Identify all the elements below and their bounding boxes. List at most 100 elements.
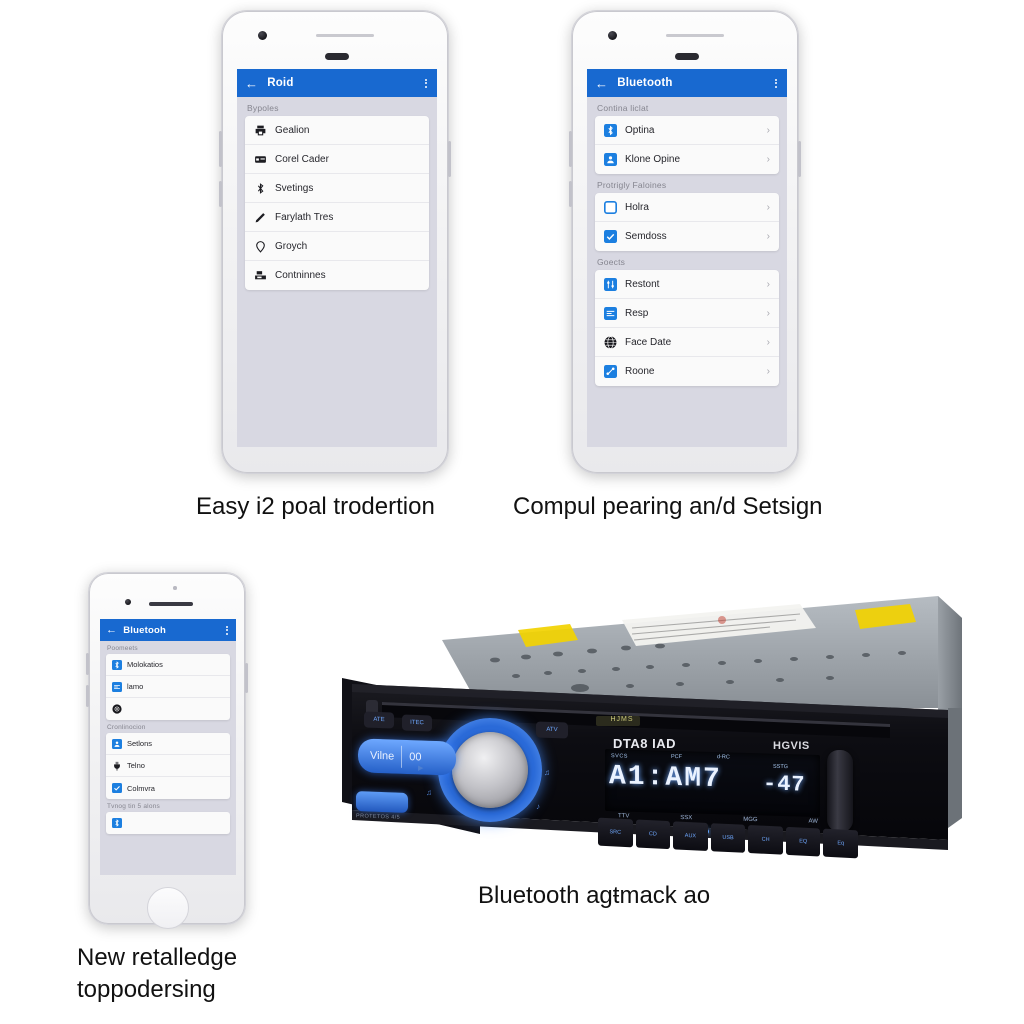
- section-header: Protrigly Faloines: [597, 180, 667, 190]
- phone-side-button: [86, 685, 89, 707]
- list-item-label: Svetings: [275, 182, 314, 194]
- list-item-label: Gealion: [275, 124, 310, 136]
- section-header: Contina liclat: [597, 103, 649, 113]
- list-item[interactable]: Corel Cader: [245, 145, 429, 174]
- list-item-label: Optina: [625, 124, 655, 136]
- list-item[interactable]: Roone ›: [595, 357, 779, 386]
- back-arrow-icon[interactable]: ←: [106, 624, 117, 636]
- list-item-label: Telno: [127, 761, 145, 770]
- list-item-label: lamo: [127, 682, 144, 691]
- caption-line-2: toppodersing: [77, 975, 216, 1003]
- globe-dark-icon: [112, 704, 122, 714]
- back-arrow-icon[interactable]: ←: [245, 77, 258, 90]
- list-item-label: Roone: [625, 366, 655, 377]
- phone-android-right: ← Bluetooth Contina liclat Optina › Klon…: [569, 10, 801, 474]
- speaker-grille: [316, 34, 374, 37]
- phone-side-button: [219, 131, 222, 167]
- phone-android-left: ← Roid Bypoles Gealion Corel Cader Sveti…: [219, 10, 451, 474]
- list-item[interactable]: Telno: [106, 755, 230, 777]
- stereo-body: [342, 596, 962, 850]
- phone-side-button: [569, 181, 572, 207]
- phone-iphone-bottom: ← Bluetooh Poomeets Molokatios lamo Cron…: [86, 572, 248, 929]
- chevron-right-icon: ›: [766, 154, 770, 165]
- phone-screen: ← Bluetooh Poomeets Molokatios lamo Cron…: [100, 619, 236, 875]
- list-item[interactable]: Colmvra: [106, 777, 230, 799]
- bluetooth-icon: [257, 182, 264, 194]
- section-header: Goects: [597, 257, 626, 267]
- bluetooth-tile-icon: [112, 659, 122, 670]
- list-item[interactable]: Semdoss ›: [595, 222, 779, 251]
- list-item[interactable]: Molokatios: [106, 654, 230, 676]
- scanner-icon: [255, 271, 266, 280]
- phone-screen: ← Bluetooth Contina liclat Optina › Klon…: [587, 69, 787, 447]
- section-header: Tvnog tin 5 alons: [107, 803, 160, 810]
- plug-icon: [114, 761, 120, 771]
- chevron-right-icon: ›: [766, 124, 770, 136]
- settings-card: Holra › Semdoss ›: [595, 193, 779, 251]
- printer-icon: [255, 125, 266, 135]
- list-item[interactable]: Face Date ›: [595, 328, 779, 357]
- settings-card: Gealion Corel Cader Svetings Farylath Tr…: [245, 116, 429, 290]
- list-item[interactable]: Svetings: [245, 174, 429, 203]
- front-camera-icon: [125, 599, 131, 605]
- list-item[interactable]: Gealion: [245, 116, 429, 145]
- phone-side-button: [448, 141, 451, 177]
- sensor-dot-icon: [173, 586, 177, 590]
- earpiece-slot: [675, 53, 699, 60]
- list-item[interactable]: Optina ›: [595, 116, 779, 145]
- caption-bottom-left: New retalledge toppodersing: [77, 942, 307, 1005]
- phone-side-button: [86, 653, 89, 675]
- chevron-right-icon: ›: [766, 231, 770, 242]
- caption-stereo: Bluetooth agŧmack ao: [478, 882, 711, 909]
- caption-line-1: New retalledge: [77, 944, 238, 971]
- list-item[interactable]: Holra ›: [595, 193, 779, 222]
- speaker-grille: [666, 34, 724, 37]
- list-item[interactable]: Resp ›: [595, 299, 779, 328]
- bluetooth-tile-icon: [604, 123, 617, 137]
- kebab-menu-icon[interactable]: [226, 625, 230, 635]
- list-item[interactable]: Groych: [245, 232, 429, 261]
- list-item-label: Semdoss: [625, 231, 667, 242]
- globe-dark-icon: [604, 335, 617, 349]
- settings-card: [106, 812, 230, 834]
- poster-canvas: ← Roid Bypoles Gealion Corel Cader Sveti…: [0, 0, 1024, 1024]
- earpiece-slot: [149, 602, 193, 606]
- list-tile-icon: [112, 681, 122, 692]
- front-camera-icon: [608, 31, 617, 40]
- list-item[interactable]: Restont ›: [595, 270, 779, 299]
- list-tile-icon: [604, 306, 617, 320]
- list-item[interactable]: Contninnes: [245, 261, 429, 290]
- checkbox-icon: [604, 230, 617, 243]
- list-item-label: Resp: [625, 307, 649, 319]
- list-item[interactable]: lamo: [106, 676, 230, 698]
- back-arrow-icon[interactable]: ←: [595, 77, 608, 90]
- list-item-label: Restont: [625, 278, 660, 290]
- sliders-tile-icon: [604, 277, 617, 291]
- kebab-menu-icon[interactable]: [775, 78, 779, 88]
- list-item-label: Molokatios: [127, 660, 163, 669]
- checkbox-icon: [112, 783, 122, 793]
- list-item-label: Holra: [625, 201, 649, 213]
- chevron-right-icon: ›: [766, 366, 770, 377]
- bluetooth-tile-icon: [112, 818, 122, 828]
- card-icon: [255, 155, 266, 163]
- list-item[interactable]: Klone Opine ›: [595, 145, 779, 174]
- location-pin-icon: [256, 240, 265, 253]
- app-bar: ← Bluetooh: [100, 619, 236, 641]
- front-camera-icon: [258, 31, 267, 40]
- app-bar-title: Bluetooh: [123, 624, 166, 636]
- list-item[interactable]: Setlons: [106, 733, 230, 755]
- list-item-label: Corel Cader: [275, 153, 329, 165]
- app-bar-title: Bluetooth: [617, 77, 673, 89]
- square-outline-icon: [604, 200, 617, 214]
- list-item[interactable]: Farylath Tres: [245, 203, 429, 232]
- pencil-icon: [255, 212, 265, 222]
- home-button[interactable]: [147, 887, 189, 929]
- list-item-label: Face Date: [625, 336, 672, 348]
- chevron-right-icon: ›: [766, 307, 770, 319]
- kebab-menu-icon[interactable]: [425, 78, 429, 88]
- app-bar: ← Roid: [237, 69, 437, 97]
- list-item[interactable]: [106, 698, 230, 720]
- list-item[interactable]: [106, 812, 230, 834]
- phone-side-button: [569, 131, 572, 167]
